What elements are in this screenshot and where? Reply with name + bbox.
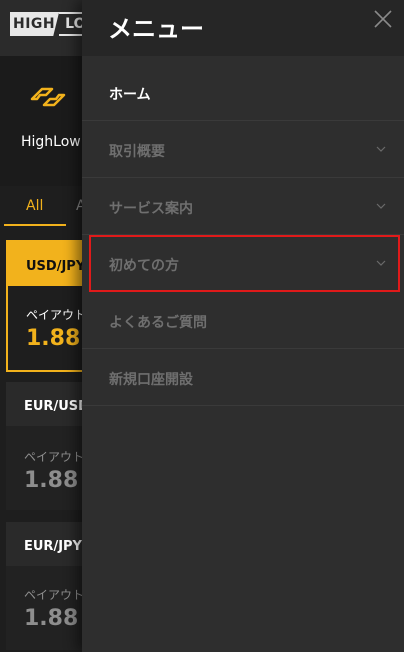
drawer-header: メニュー xyxy=(82,0,404,56)
menu-item-beginners[interactable]: 初めての方 xyxy=(89,235,400,292)
menu-item-label: よくあるご質問 xyxy=(109,315,207,331)
menu-item-faq[interactable]: よくあるご質問 xyxy=(82,292,404,349)
tab-all-underline xyxy=(4,224,66,226)
logo-part-1: HIGH xyxy=(10,12,60,36)
brand-label[interactable]: HighLow xyxy=(21,134,81,150)
menu-item-label: 初めての方 xyxy=(109,258,179,274)
payout-label: ペイアウト xyxy=(24,450,85,464)
payout-value: 1.88 xyxy=(24,468,79,493)
tab-all[interactable]: All xyxy=(26,198,43,214)
payout-value: 1.88 xyxy=(24,606,79,631)
menu-item-label: 取引概要 xyxy=(109,144,165,160)
close-icon[interactable] xyxy=(372,8,394,30)
drawer-menu: ホーム 取引概要 サービス案内 初めての方 よくあるご質問 新規口座開設 xyxy=(82,64,404,406)
menu-item-label: ホーム xyxy=(109,87,151,103)
menu-item-trading-overview[interactable]: 取引概要 xyxy=(82,121,404,178)
highlow-brand-icon xyxy=(30,87,66,107)
payout-value: 1.88 xyxy=(26,326,81,351)
navigation-drawer: メニュー ホーム 取引概要 サービス案内 初めての方 よくあるご質問 新規口座開… xyxy=(82,0,404,652)
menu-item-home[interactable]: ホーム xyxy=(82,64,404,121)
menu-item-open-account[interactable]: 新規口座開設 xyxy=(82,349,404,406)
menu-item-label: 新規口座開設 xyxy=(109,372,193,388)
drawer-title: メニュー xyxy=(108,15,204,43)
menu-item-services[interactable]: サービス案内 xyxy=(82,178,404,235)
payout-label: ペイアウト xyxy=(24,588,85,602)
payout-label: ペイアウト xyxy=(26,308,87,322)
chevron-down-icon xyxy=(376,146,386,152)
menu-item-label: サービス案内 xyxy=(109,201,193,217)
chevron-down-icon xyxy=(376,260,386,266)
chevron-down-icon xyxy=(376,203,386,209)
